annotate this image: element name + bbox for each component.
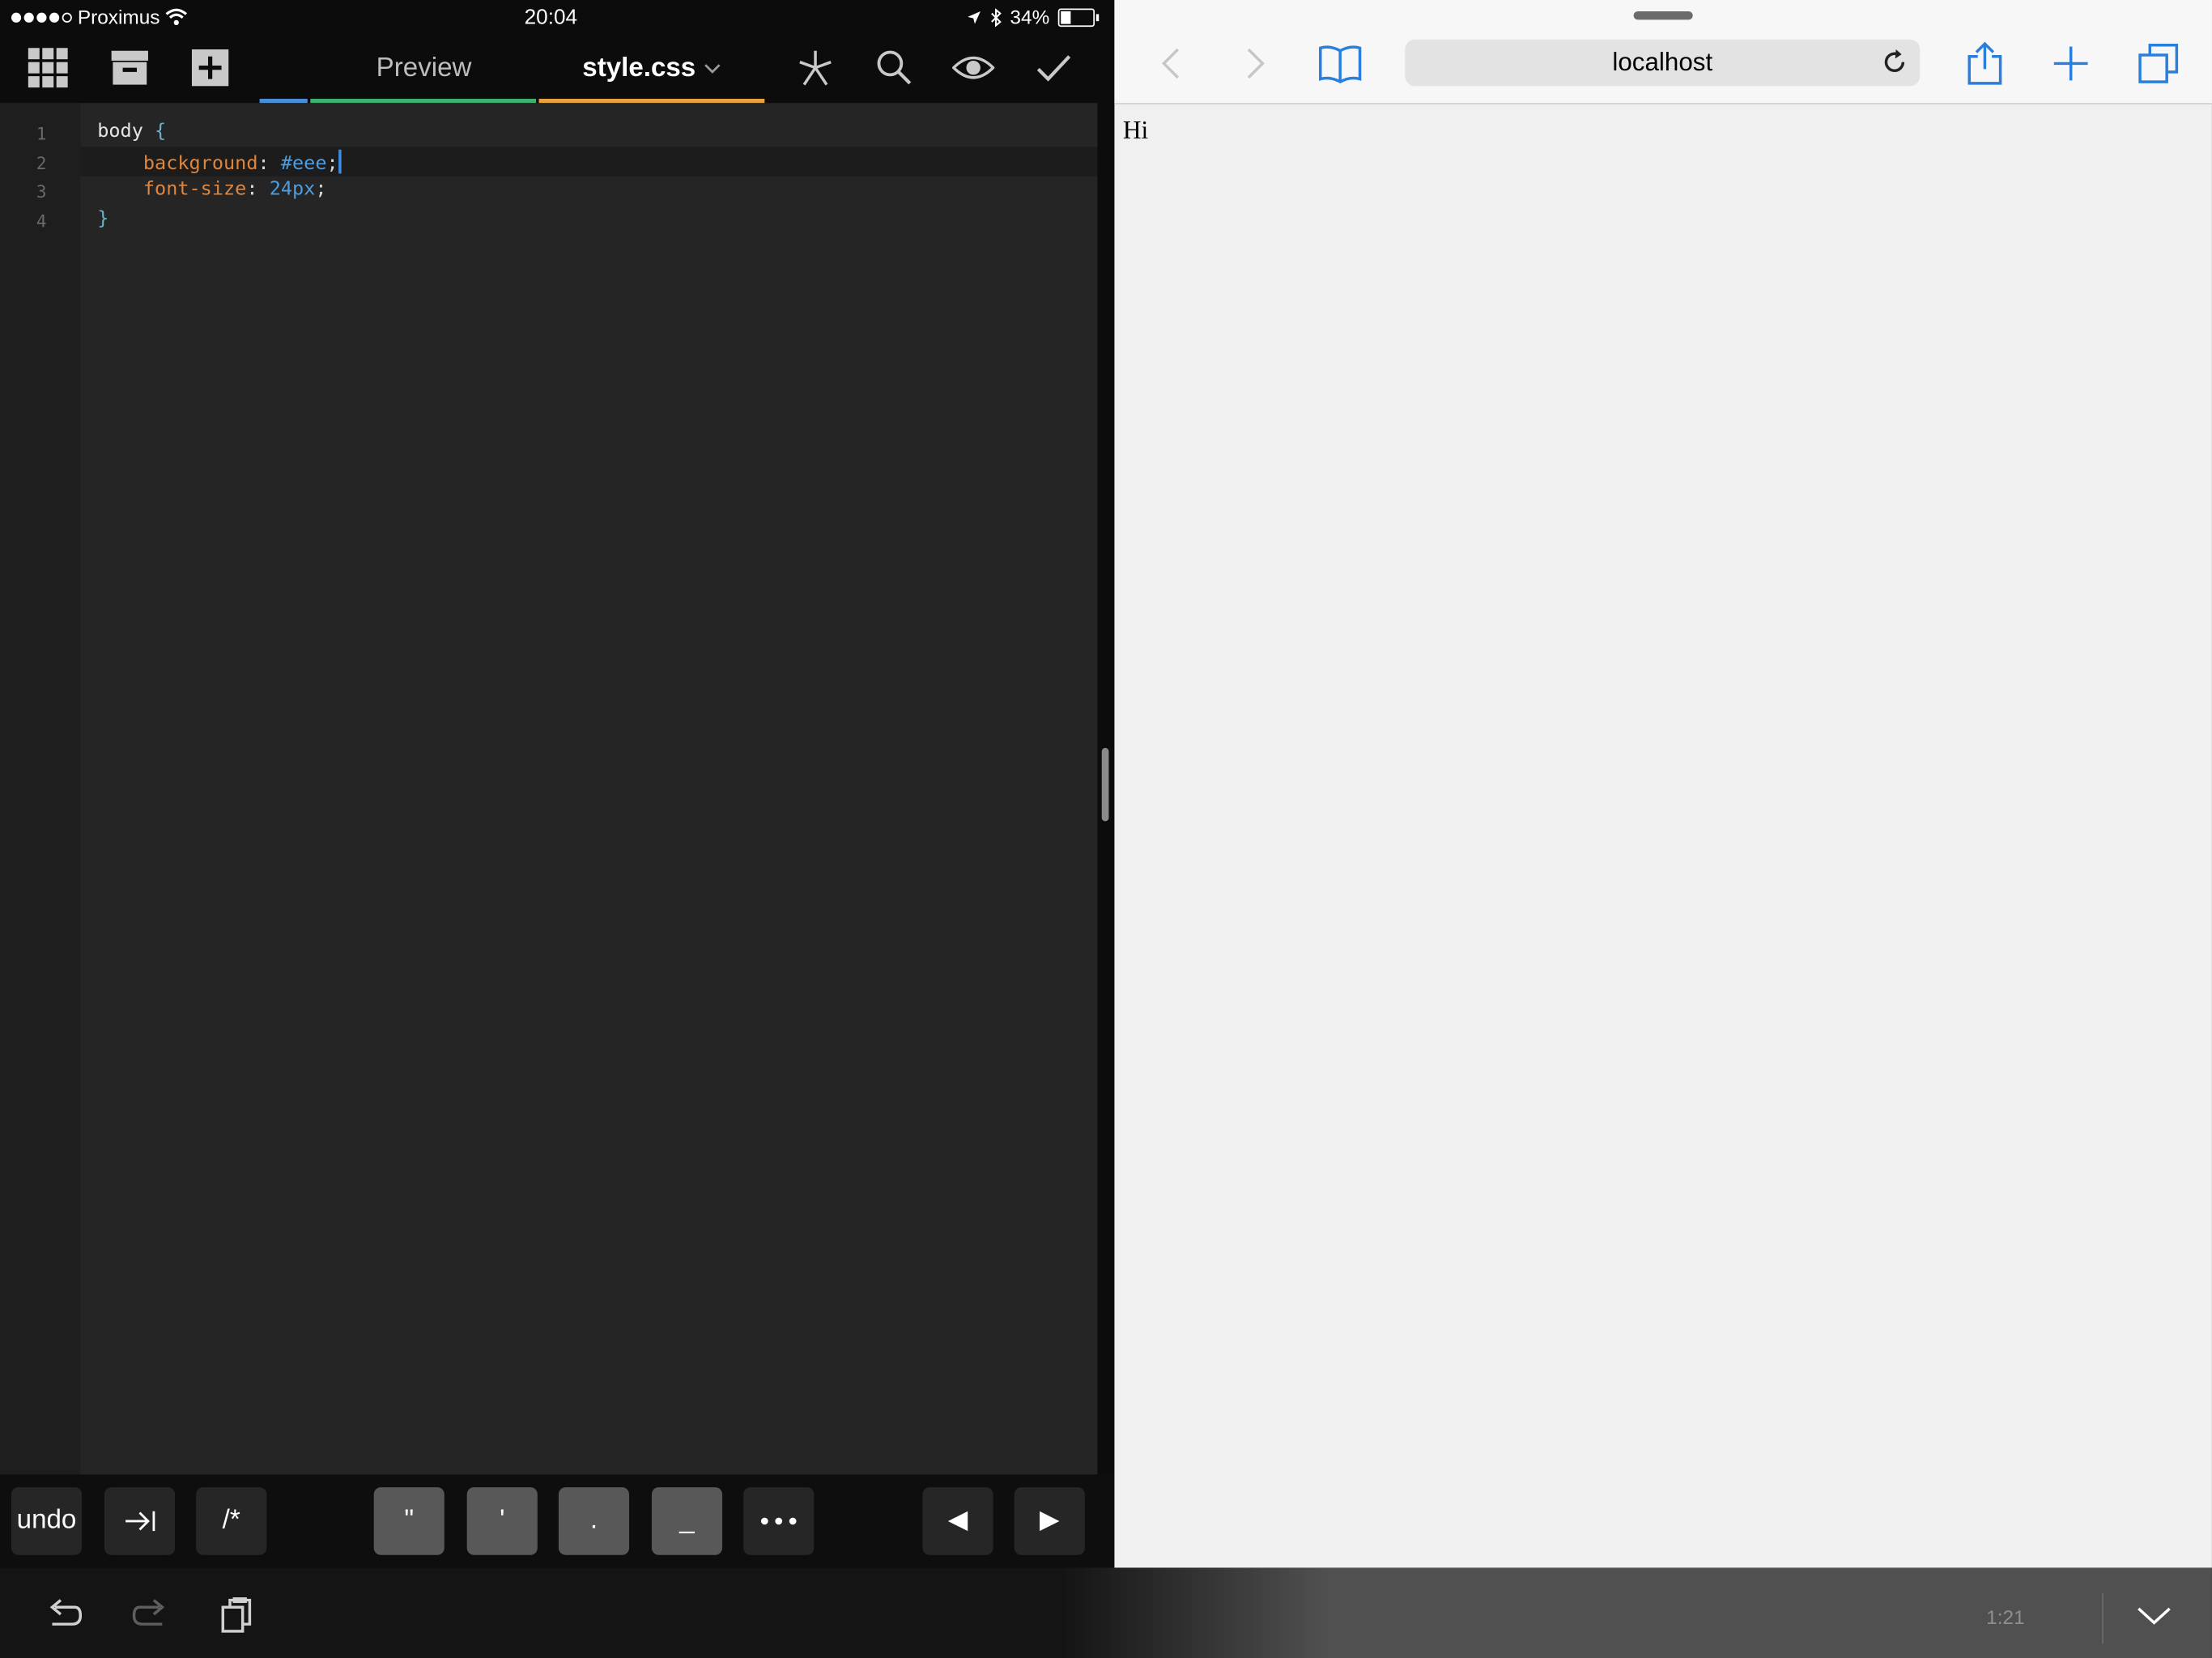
more-key[interactable] [743,1487,815,1555]
open-brace: { [155,120,167,143]
share-button[interactable] [1959,38,2010,89]
bottom-shortcut-bar: 1:21 [0,1567,2212,1658]
css-property: background [143,152,258,176]
underscore-key[interactable]: _ [651,1487,723,1555]
reload-icon[interactable] [1880,48,1908,83]
comment-key[interactable]: /* [196,1487,267,1555]
back-button[interactable] [1146,38,1197,89]
triangle-left-icon [947,1511,968,1532]
css-value: #eee [280,152,327,176]
chevron-down-icon [704,58,721,78]
paste-icon[interactable] [219,1596,258,1635]
slide-over-grabber[interactable] [1633,11,1693,20]
bookmarks-button[interactable] [1315,38,1366,89]
single-quote-key[interactable]: ' [466,1487,538,1555]
chevron-right-icon [1247,48,1265,79]
eye-icon[interactable] [948,42,999,93]
status-right: 34% [966,5,1100,28]
period-key[interactable]: . [558,1487,630,1555]
checkmark-icon[interactable] [1028,42,1079,93]
new-tab-button[interactable] [2045,38,2096,89]
line-number: 4 [36,211,47,232]
tab-style-css[interactable]: style.css [539,34,765,103]
tab-style-css-label: style.css [582,53,696,83]
browser-toolbar: localhost [1114,0,2212,104]
address-bar[interactable]: localhost [1405,39,1921,87]
grid-icon[interactable] [23,42,74,93]
code-line-3: font-size: 24px; [97,177,327,201]
close-brace: } [97,207,109,231]
tab-key[interactable] [104,1487,176,1555]
tab-preview-label: Preview [376,53,472,83]
css-value: 24px [269,177,316,201]
colon: : [246,177,258,201]
code-line-4: } [97,207,108,230]
line-number: 2 [36,153,47,174]
triangle-right-icon [1040,1511,1060,1532]
semicolon: ; [315,177,327,201]
battery-percent: 34% [1010,5,1050,28]
bluetooth-icon [991,7,1002,27]
tab-indent-icon [125,1511,155,1532]
cursor-left-key[interactable] [922,1487,993,1555]
semicolon: ; [326,152,338,176]
url-text: localhost [1612,48,1713,77]
editor-pane: Proximus 20:04 34% Preview style.css 1 2… [0,0,1115,1658]
archive-icon[interactable] [104,42,155,93]
redo-icon[interactable] [131,1596,171,1635]
split-view-divider-handle[interactable] [1101,747,1109,822]
cursor-right-key[interactable] [1014,1487,1085,1555]
code-line-2: background: #eee; [97,149,342,176]
undo-icon[interactable] [44,1596,83,1635]
tabs-overview-button[interactable] [2133,38,2184,89]
battery-icon [1057,7,1100,27]
cursor-position: 1:21 [1986,1605,2025,1629]
divider [2102,1592,2104,1644]
tabs-icon [2138,44,2179,83]
keyboard-accessory-bar: undo /* " ' . _ [0,1474,1115,1568]
text-cursor [338,149,342,174]
search-icon[interactable] [869,42,920,93]
share-icon [1967,41,2002,85]
undo-key[interactable]: undo [11,1487,83,1555]
line-number: 1 [36,124,47,144]
web-page-text: Hi [1122,115,1149,144]
ellipsis-icon [760,1517,797,1525]
line-number: 3 [36,181,47,202]
code-editor[interactable]: 1 2 3 4 body { background: #eee; font-si… [0,103,1098,1475]
chevron-left-icon [1161,48,1180,79]
location-icon [968,11,981,23]
double-quote-key[interactable]: " [373,1487,445,1555]
plus-icon [2053,46,2088,81]
book-icon [1319,45,1362,83]
colon: : [257,152,270,176]
editor-toolbar: Preview style.css [0,34,1114,104]
line-number-gutter: 1 2 3 4 [0,103,81,1475]
browser-pane: localhost Hi [1114,0,2212,1568]
code-line-1: body { [97,120,166,142]
css-selector: body [97,120,143,143]
status-time: 20:04 [524,5,578,30]
add-file-icon[interactable] [185,42,236,93]
forward-button[interactable] [1230,38,1281,89]
css-property: font-size [143,177,247,201]
asterisk-icon[interactable] [790,42,841,93]
dismiss-keyboard-icon[interactable] [2134,1596,2174,1635]
status-bar: Proximus 20:04 34% [0,0,1114,34]
